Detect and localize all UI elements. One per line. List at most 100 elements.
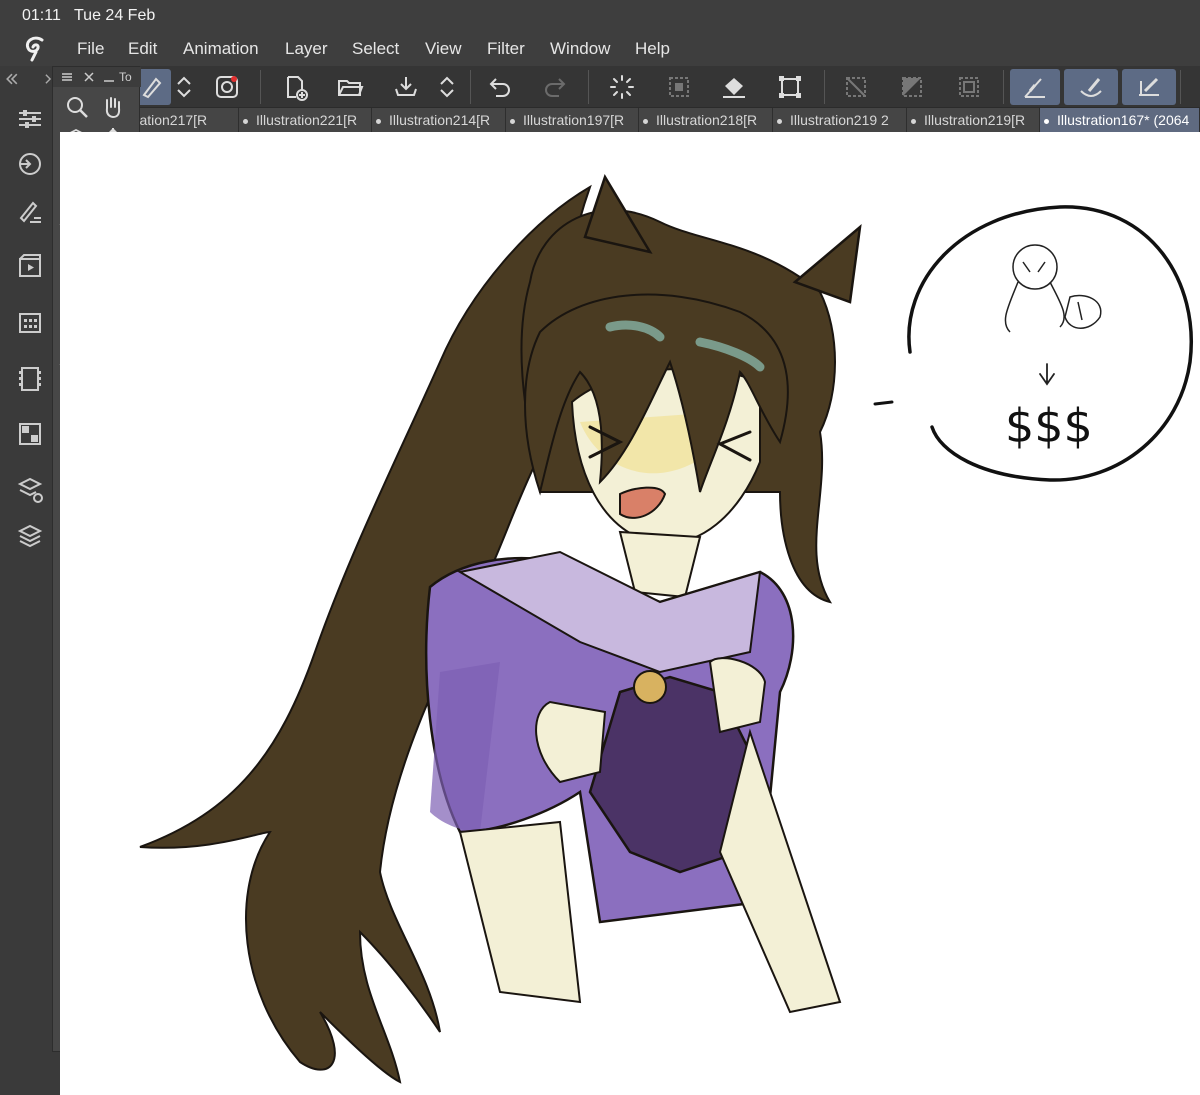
tab-label: Illustration214[R [389, 112, 491, 128]
menu-icon[interactable] [61, 71, 73, 83]
loading-button[interactable] [603, 69, 641, 105]
fill-icon [723, 78, 745, 98]
sliders-icon [19, 110, 41, 128]
illustration-artwork: $$$ [139, 174, 1193, 1084]
invert-selection-button[interactable] [893, 69, 931, 105]
redo-icon [545, 78, 566, 97]
tab-dot-icon [510, 118, 515, 124]
tab-label: Illustration218[R [656, 112, 758, 128]
materials-icon [19, 313, 41, 333]
tab-dot-icon [643, 118, 648, 124]
tab-dot-icon [777, 118, 782, 124]
menu-window[interactable]: Window [550, 39, 610, 59]
sidebar-brush-size[interactable] [14, 196, 46, 228]
sidebar-timeline[interactable] [14, 363, 46, 395]
transform-icon [779, 76, 801, 98]
speech-bubble-text: $$$ [1005, 399, 1093, 453]
status-time: 01:11 [22, 7, 61, 24]
drawing-canvas[interactable]: $$$ [60, 132, 1200, 1095]
open-folder-icon [338, 80, 364, 96]
sidebar-layer-property[interactable] [14, 418, 46, 450]
fill-button[interactable] [715, 69, 753, 105]
loading-icon [610, 75, 634, 99]
sidebar-tool-property[interactable] [14, 103, 46, 135]
brush-settings-icon [19, 201, 41, 223]
palette-title: To [119, 70, 132, 84]
new-canvas-icon [287, 76, 308, 101]
redo-button[interactable] [536, 69, 574, 105]
minimize-icon[interactable] [103, 71, 115, 83]
transform-button[interactable] [771, 69, 809, 105]
undo-icon [489, 78, 510, 97]
curve-snap-button[interactable] [1064, 69, 1118, 105]
save-icon [395, 77, 417, 96]
stamp-button[interactable] [208, 69, 246, 105]
up-down-icon [177, 76, 191, 98]
menu-animation[interactable]: Animation [183, 39, 259, 59]
close-icon[interactable] [83, 71, 95, 83]
menu-edit[interactable]: Edit [128, 39, 157, 59]
clip-studio-window: 01:11 Tue 24 Feb File Edit Animation Lay… [0, 0, 1200, 1095]
sidebar-sub-view[interactable] [14, 474, 46, 506]
tab-dot-icon [911, 118, 916, 124]
tab-document-active[interactable]: Illustration167* (2064 [1040, 108, 1200, 132]
command-bar [0, 66, 1200, 108]
tool-hand[interactable] [97, 92, 129, 122]
deselect-icon [846, 77, 866, 97]
sidebar-layers[interactable] [14, 520, 46, 552]
menu-help[interactable]: Help [635, 39, 670, 59]
brush-icon [142, 77, 162, 99]
selection-border-button[interactable] [950, 69, 988, 105]
tab-label: Illustration221[R [256, 112, 358, 128]
tab-label: Illustration167* (2064 [1057, 112, 1190, 128]
status-date: Tue 24 Feb [74, 7, 156, 24]
selection-border-icon [959, 77, 979, 97]
save-button[interactable] [387, 69, 425, 105]
tab-dot-icon [243, 118, 248, 124]
zoom-icon [67, 97, 88, 118]
brush-stepper-button[interactable] [167, 69, 201, 105]
tab-document[interactable]: Illustration219 2 [773, 108, 907, 132]
tool-zoom[interactable] [61, 92, 93, 122]
menu-view[interactable]: View [425, 39, 462, 59]
undo-button[interactable] [481, 69, 519, 105]
left-sidebar [0, 66, 60, 1095]
double-chevron-left-icon [6, 73, 18, 85]
tab-dot-icon [376, 118, 381, 124]
menu-filter[interactable]: Filter [487, 39, 525, 59]
perspective-snap-icon [1139, 77, 1159, 96]
clear-selection-button[interactable] [660, 69, 698, 105]
tab-document[interactable]: Illustration219[R [907, 108, 1040, 132]
tab-document[interactable]: Illustration197[R [506, 108, 639, 132]
stamp-icon [216, 76, 238, 98]
selection-clear-icon [669, 77, 689, 97]
sidebar-materials[interactable] [14, 306, 46, 338]
timeline-icon [19, 367, 41, 391]
animation-icon [19, 254, 41, 277]
tab-document[interactable]: Illustration218[R [639, 108, 773, 132]
tab-document[interactable]: Illustration221[R [239, 108, 372, 132]
menu-file[interactable]: File [77, 39, 104, 59]
tab-document[interactable]: Illustration214[R [372, 108, 506, 132]
app-logo-icon[interactable] [22, 36, 50, 62]
navigator-icon [19, 153, 41, 175]
curve-snap-icon [1080, 78, 1102, 97]
status-bar: 01:11 Tue 24 Feb [0, 0, 1200, 32]
save-stepper-button[interactable] [430, 69, 464, 105]
tab-dot-icon [1044, 118, 1049, 124]
deselect-button[interactable] [837, 69, 875, 105]
tab-label: Illustration219 2 [790, 112, 889, 128]
menu-select[interactable]: Select [352, 39, 399, 59]
open-button[interactable] [331, 69, 369, 105]
sidebar-navigator[interactable] [14, 148, 46, 180]
menu-bar: File Edit Animation Layer Select View Fi… [0, 32, 1200, 66]
sidebar-animation[interactable] [14, 250, 46, 282]
menu-layer[interactable]: Layer [285, 39, 328, 59]
hand-icon [105, 97, 121, 119]
layer-property-icon [19, 423, 41, 445]
perspective-snap-button[interactable] [1122, 69, 1176, 105]
ruler-snap-button[interactable] [1010, 69, 1060, 105]
collapse-sidebar-button[interactable] [2, 69, 22, 89]
tab-document[interactable]: Illustration217[R [140, 108, 239, 132]
new-canvas-button[interactable] [276, 69, 314, 105]
